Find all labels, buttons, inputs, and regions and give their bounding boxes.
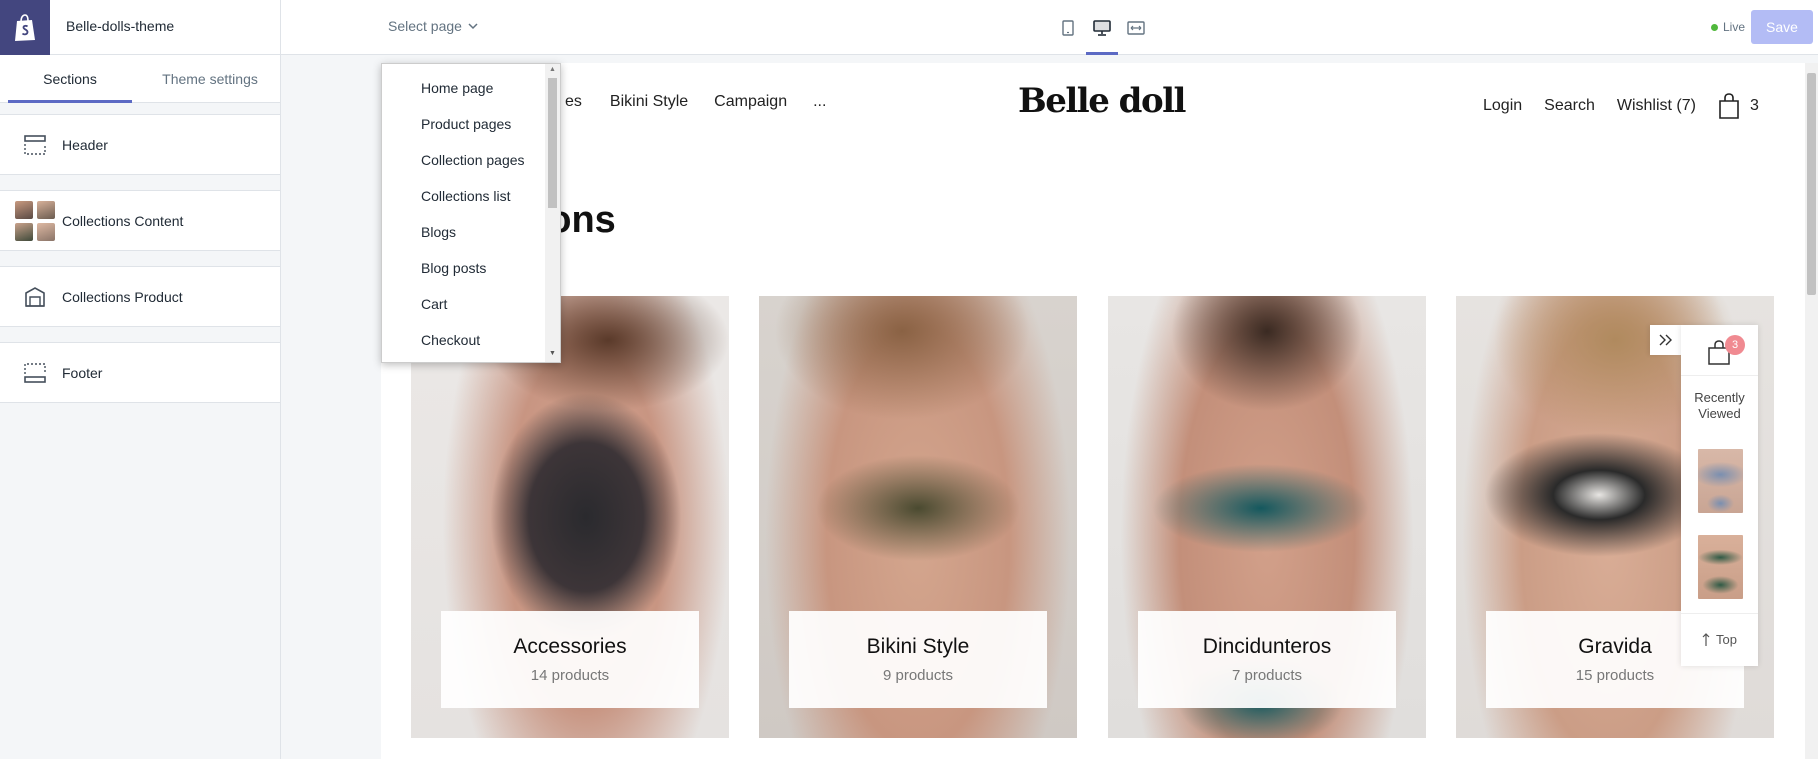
menu-scrollbar[interactable]: ▲ ▼ — [545, 64, 560, 362]
login-link[interactable]: Login — [1483, 97, 1522, 115]
store-header: es Bikini Style Campaign ... Belle doll … — [381, 63, 1818, 143]
preview-scrollbar-thumb[interactable] — [1807, 73, 1816, 295]
wishlist-link[interactable]: Wishlist (7) — [1617, 97, 1696, 115]
full-width-view-button[interactable] — [1126, 0, 1146, 55]
theme-name: Belle-dolls-theme — [66, 18, 175, 34]
sidebar-tabs: Sections Theme settings — [0, 55, 280, 103]
collection-count: 14 products — [530, 667, 610, 684]
editor-topbar: Belle-dolls-theme Select page Live Save — [0, 0, 1818, 55]
preview-scrollbar[interactable] — [1805, 63, 1818, 759]
recently-viewed-item[interactable] — [1698, 535, 1743, 599]
section-label: Header — [62, 136, 108, 153]
cart-count: 3 — [1749, 97, 1759, 114]
divider — [1681, 613, 1758, 614]
scroll-up-arrow-icon[interactable]: ▲ — [549, 66, 556, 74]
menu-item-blogs[interactable]: Blogs — [421, 224, 456, 240]
widget-collapse-button[interactable] — [1650, 325, 1681, 355]
select-page-label: Select page — [388, 18, 462, 34]
collection-title: Gravida — [1578, 635, 1652, 658]
section-item-collections-product[interactable]: Collections Product — [0, 266, 280, 327]
divider — [1681, 375, 1758, 376]
live-label: Live — [1723, 20, 1746, 34]
menu-scrollbar-thumb[interactable] — [548, 78, 557, 208]
save-button[interactable]: Save — [1751, 10, 1813, 44]
collection-caption: Dincidunteros 7 products — [1138, 611, 1396, 708]
divider — [280, 0, 281, 55]
menu-item-home-page[interactable]: Home page — [421, 80, 493, 96]
collection-count: 9 products — [882, 667, 954, 684]
section-label: Collections Content — [62, 212, 184, 229]
menu-item-collection-pages[interactable]: Collection pages — [421, 152, 525, 168]
live-status: Live — [1711, 20, 1745, 34]
section-label: Collections Product — [62, 288, 183, 305]
recently-viewed-label: Recently Viewed — [1694, 390, 1745, 421]
section-label: Footer — [62, 364, 103, 381]
menu-item-blog-posts[interactable]: Blog posts — [421, 260, 486, 276]
store-nav: es Bikini Style Campaign ... — [565, 93, 826, 111]
collection-count: 7 products — [1231, 667, 1303, 684]
mobile-icon — [1062, 19, 1074, 36]
collection-caption: Accessories 14 products — [441, 611, 699, 708]
back-to-top-button[interactable]: Top — [1681, 632, 1758, 647]
menu-item-product-pages[interactable]: Product pages — [421, 116, 511, 132]
nav-link-more[interactable]: ... — [813, 93, 826, 111]
quick-access-widget: 3 Recently Viewed Top — [1681, 325, 1758, 666]
section-item-header[interactable]: Header — [0, 114, 280, 175]
shopify-logo[interactable] — [0, 0, 50, 55]
back-to-top-label: Top — [1716, 632, 1737, 647]
desktop-icon — [1093, 19, 1111, 36]
collection-card[interactable]: Dincidunteros 7 products — [1108, 296, 1426, 738]
collection-title: Bikini Style — [866, 635, 970, 658]
shopping-bag-icon — [1719, 93, 1739, 119]
double-chevron-right-icon — [1659, 334, 1672, 346]
collection-title: Accessories — [513, 635, 627, 658]
recently-viewed-item[interactable] — [1698, 449, 1743, 513]
editor-sidebar: Sections Theme settings Header Collectio… — [0, 55, 281, 759]
product-tag-icon — [14, 277, 56, 317]
full-width-icon — [1127, 20, 1145, 35]
footer-layout-icon — [14, 353, 56, 393]
tab-sections[interactable]: Sections — [0, 55, 140, 103]
widget-cart-badge: 3 — [1725, 335, 1745, 355]
cart-button[interactable]: 3 — [1718, 93, 1759, 119]
nav-link-campaign[interactable]: Campaign — [714, 93, 787, 111]
store-account-nav: Login Search Wishlist (7) 3 — [1483, 93, 1759, 119]
shopify-bag-icon — [15, 13, 35, 41]
menu-item-collections-list[interactable]: Collections list — [421, 188, 510, 204]
live-dot-icon — [1711, 23, 1718, 31]
collection-thumbnails-icon — [14, 200, 56, 241]
menu-item-checkout[interactable]: Checkout — [421, 332, 480, 348]
device-switcher — [1058, 0, 1146, 55]
collection-caption: Bikini Style 9 products — [789, 611, 1047, 708]
chevron-down-icon — [468, 22, 478, 29]
collection-title: Dincidunteros — [1202, 635, 1332, 658]
collection-card[interactable]: Bikini Style 9 products — [759, 296, 1077, 738]
menu-item-cart[interactable]: Cart — [421, 296, 447, 312]
section-item-collections-content[interactable]: Collections Content — [0, 190, 280, 251]
scroll-down-arrow-icon[interactable]: ▼ — [549, 350, 556, 358]
nav-link-bikini-style[interactable]: Bikini Style — [610, 93, 688, 111]
section-item-footer[interactable]: Footer — [0, 342, 280, 403]
mobile-view-button[interactable] — [1058, 0, 1078, 55]
collection-count: 15 products — [1575, 667, 1655, 684]
store-logo[interactable]: Belle doll — [1018, 81, 1186, 121]
tab-theme-settings[interactable]: Theme settings — [140, 55, 280, 102]
select-page-menu: Home page Product pages Collection pages… — [381, 63, 561, 363]
select-page-dropdown[interactable]: Select page — [388, 18, 478, 34]
nav-link-partial[interactable]: es — [565, 93, 582, 111]
arrow-up-icon — [1702, 632, 1710, 646]
header-layout-icon — [14, 125, 56, 165]
desktop-view-button[interactable] — [1086, 0, 1118, 55]
storefront-preview: es Bikini Style Campaign ... Belle doll … — [381, 63, 1818, 759]
search-link[interactable]: Search — [1544, 97, 1595, 115]
